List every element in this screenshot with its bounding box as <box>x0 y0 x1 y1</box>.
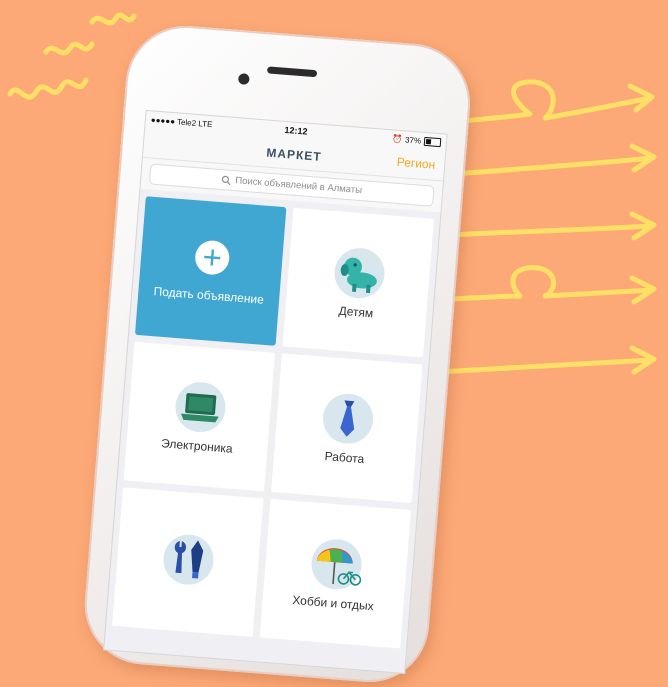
arrow-doodle <box>429 223 655 239</box>
category-hobby-label: Хобби и отдых <box>291 592 375 613</box>
region-button[interactable]: Регион <box>396 155 436 172</box>
battery-icon <box>423 136 442 148</box>
arrow-doodle <box>431 265 655 303</box>
umbrella-bicycle-icon <box>311 538 362 589</box>
category-electronics-label: Электроника <box>160 435 234 456</box>
search-placeholder: Поиск объявлений в Алматы <box>234 175 363 197</box>
category-electronics[interactable]: Электроника <box>123 341 275 492</box>
post-ad-button[interactable]: Подать объявление <box>134 196 287 346</box>
squiggle-doodle <box>7 77 89 100</box>
phone-screen: ●●●●● Tele2 LTE 12:12 ⏰ 37% МАРКЕТ Регио… <box>103 109 448 675</box>
tools-icon <box>163 534 214 585</box>
category-jobs[interactable]: Работа <box>271 353 423 504</box>
squiggle-doodle <box>43 41 95 56</box>
laptop-icon <box>175 381 226 432</box>
category-kids[interactable]: Детям <box>282 207 434 358</box>
category-services[interactable] <box>112 487 264 637</box>
category-grid: Подать объявление Детям Электроника Рабо… <box>106 189 441 656</box>
post-ad-label: Подать объявление <box>153 283 265 307</box>
arrow-doodle <box>435 357 655 375</box>
tie-icon <box>322 393 373 444</box>
category-jobs-label: Работа <box>324 448 365 466</box>
battery-percent: 37% <box>404 135 422 146</box>
category-kids-label: Детям <box>338 303 374 320</box>
search-icon <box>221 175 231 185</box>
toy-dog-icon <box>334 247 385 298</box>
category-hobby[interactable]: Хобби и отдых <box>259 498 412 649</box>
squiggle-doodle <box>89 12 137 26</box>
alarm-icon: ⏰ <box>391 134 403 145</box>
phone-mockup: ●●●●● Tele2 LTE 12:12 ⏰ 37% МАРКЕТ Регио… <box>80 21 475 687</box>
plus-icon <box>193 238 231 276</box>
